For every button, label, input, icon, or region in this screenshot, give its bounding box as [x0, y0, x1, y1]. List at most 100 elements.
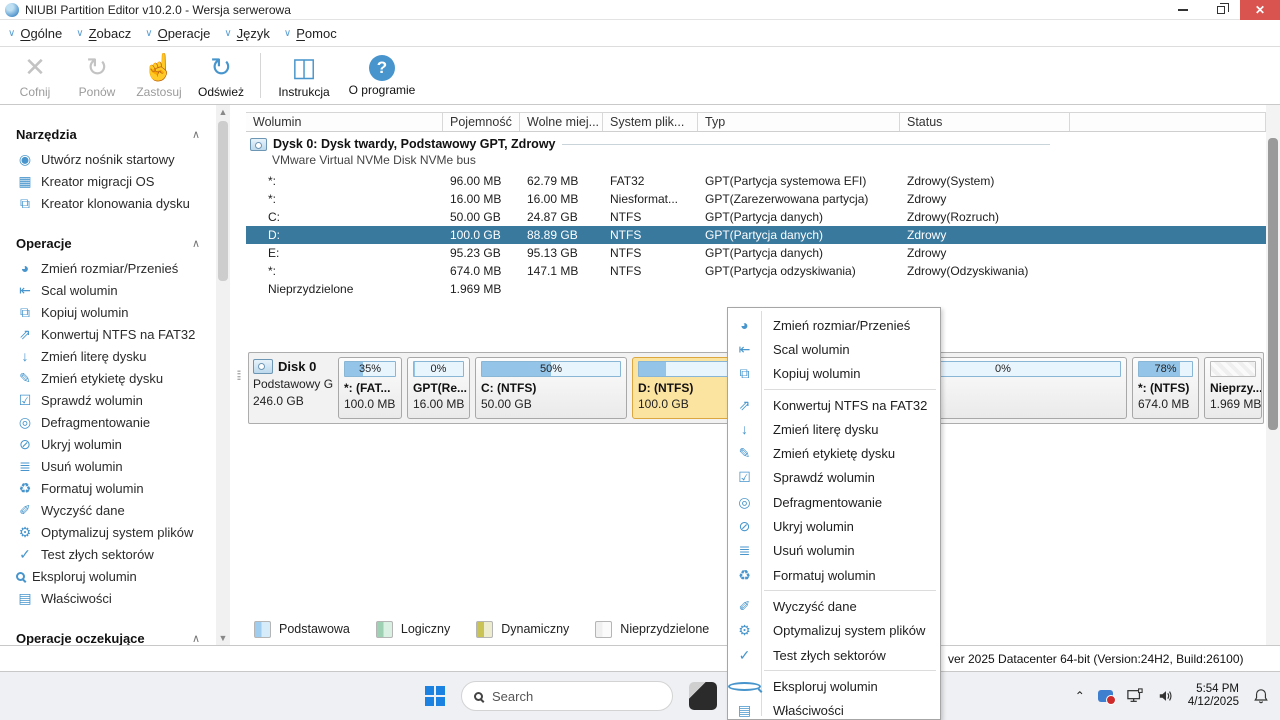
context-menu-item-usuń-wolumin[interactable]: ≣Usuń wolumin: [728, 539, 940, 563]
scroll-down-icon[interactable]: ▼: [216, 631, 230, 645]
table-row-[interactable]: *:674.0 MB147.1 MBNTFSGPT(Partycja odzys…: [246, 262, 1266, 280]
notification-bell-icon[interactable]: [1252, 688, 1270, 704]
menu-ogólne[interactable]: ∨Ogólne: [8, 26, 62, 41]
disk-info-block[interactable]: Disk 0 Podstawowy G 246.0 GB: [253, 357, 333, 419]
resize-move-icon: ◕: [728, 317, 761, 333]
volume-icon[interactable]: [1157, 688, 1175, 704]
close-button[interactable]: ✕: [1240, 0, 1280, 20]
toolbar-instrukcja[interactable]: ◫Instrukcja: [269, 47, 339, 104]
sidebar-section-header[interactable]: Operacje∧: [0, 232, 216, 257]
menu-operacje[interactable]: ∨Operacje: [145, 26, 210, 41]
column-header-status[interactable]: Status: [900, 113, 1070, 131]
column-header-system-plik[interactable]: System plik...: [603, 113, 698, 131]
table-row-[interactable]: *:16.00 MB16.00 MBNiesformat...GPT(Zarez…: [246, 190, 1266, 208]
table-row-e[interactable]: E:95.23 GB95.13 GBNTFSGPT(Partycja danyc…: [246, 244, 1266, 262]
scroll-up-icon[interactable]: ▲: [216, 105, 230, 119]
sidebar-section-header[interactable]: Narzędzia∧: [0, 123, 216, 148]
cell-capacity: 96.00 MB: [443, 174, 520, 188]
sidebar-item-label: Zmień rozmiar/Przenieś: [41, 261, 178, 276]
sidebar-item-kreator-klonowania-dysku[interactable]: ⧉Kreator klonowania dysku: [0, 192, 216, 214]
context-menu-item-formatuj-wolumin[interactable]: ♻Formatuj wolumin: [728, 563, 940, 587]
partition-block-gpt-re[interactable]: 0%GPT(Re...16.00 MB: [407, 357, 470, 419]
context-menu-item-zmień-etykietę-dysku[interactable]: ✎Zmień etykietę dysku: [728, 441, 940, 465]
sidebar-section-header[interactable]: Operacje oczekujące∧: [0, 627, 216, 645]
context-menu-item-właściwości[interactable]: ▤Właściwości: [728, 698, 940, 720]
chevron-up-icon[interactable]: ∧: [192, 632, 200, 645]
context-menu-item-test-złych-sektorów[interactable]: ✓Test złych sektorów: [728, 643, 940, 667]
context-menu-item-eksploruj-wolumin[interactable]: Eksploruj wolumin: [728, 674, 940, 698]
context-menu-item-scal-wolumin[interactable]: ⇤Scal wolumin: [728, 337, 940, 361]
toolbar-o-programie[interactable]: ?O programie: [339, 47, 425, 104]
context-menu-item-defragmentowanie[interactable]: ◎Defragmentowanie: [728, 490, 940, 514]
column-header-wolumin[interactable]: Wolumin: [246, 113, 443, 131]
toolbar-odśwież[interactable]: ↻Odśwież: [190, 47, 252, 104]
table-scroll-thumb[interactable]: [1268, 138, 1278, 430]
chevron-up-icon[interactable]: ∧: [192, 237, 200, 250]
sidebar-item-ukryj-wolumin[interactable]: ⊘Ukryj wolumin: [0, 433, 216, 455]
sidebar-item-utwórz-nośnik-startowy[interactable]: ◉Utwórz nośnik startowy: [0, 148, 216, 170]
column-header-pojemność[interactable]: Pojemność: [443, 113, 520, 131]
menu-zobacz[interactable]: ∨Zobacz: [76, 26, 131, 41]
table-row-nieprzydzielone[interactable]: Nieprzydzielone1.969 MB: [246, 280, 1266, 298]
table-row-c[interactable]: C:50.00 GB24.87 GBNTFSGPT(Partycja danyc…: [246, 208, 1266, 226]
sidebar-item-kreator-migracji-os[interactable]: ▦Kreator migracji OS: [0, 170, 216, 192]
usage-bar: 0%: [413, 361, 464, 377]
restore-button[interactable]: [1202, 0, 1240, 20]
taskbar-clock[interactable]: 5:54 PM 4/12/2025: [1188, 683, 1239, 709]
copy-icon: ⧉: [728, 365, 761, 382]
sidebar-item-sprawdź-wolumin[interactable]: ☑Sprawdź wolumin: [0, 389, 216, 411]
disk-size: 246.0 GB: [253, 394, 333, 408]
file-explorer-taskbar-icon[interactable]: [689, 682, 717, 710]
disk-group-header[interactable]: Dysk 0: Dysk twardy, Podstawowy GPT, Zdr…: [250, 137, 1240, 167]
partition-block-nieprzy[interactable]: Nieprzy...1.969 MB: [1204, 357, 1262, 419]
sidebar-item-scal-wolumin[interactable]: ⇤Scal wolumin: [0, 279, 216, 301]
context-menu-item-sprawdź-wolumin[interactable]: ☑Sprawdź wolumin: [728, 466, 940, 490]
sidebar-item-kopiuj-wolumin[interactable]: ⧉Kopiuj wolumin: [0, 301, 216, 323]
menu-język[interactable]: ∨Język: [224, 26, 270, 41]
niubi-tray-icon[interactable]: [1098, 690, 1113, 702]
sidebar-item-label: Kreator klonowania dysku: [41, 196, 190, 211]
pane-splitter[interactable]: ⁞⁞: [230, 105, 246, 645]
sidebar-item-zmień-rozmiar-przenieś[interactable]: ◕Zmień rozmiar/Przenieś: [0, 257, 216, 279]
sidebar-item-defragmentowanie[interactable]: ◎Defragmentowanie: [0, 411, 216, 433]
sidebar-item-formatuj-wolumin[interactable]: ♻Formatuj wolumin: [0, 477, 216, 499]
table-row-[interactable]: *:96.00 MB62.79 MBFAT32GPT(Partycja syst…: [246, 172, 1266, 190]
column-header-typ[interactable]: Typ: [698, 113, 900, 131]
sidebar-item-optymalizuj-system-plików[interactable]: ⚙Optymalizuj system plików: [0, 521, 216, 543]
network-icon[interactable]: [1126, 688, 1144, 704]
minimize-button[interactable]: [1164, 0, 1202, 20]
taskbar-search[interactable]: Search: [461, 681, 673, 711]
context-menu-item-kopiuj-wolumin[interactable]: ⧉Kopiuj wolumin: [728, 362, 940, 386]
toolbar-cofnij[interactable]: ✕Cofnij: [4, 47, 66, 104]
context-menu-item-zmień-literę-dysku[interactable]: ↓Zmień literę dysku: [728, 417, 940, 441]
cell-type: GPT(Partycja danych): [698, 246, 900, 260]
sidebar-item-konwertuj-ntfs-na-fat32[interactable]: ⇗Konwertuj NTFS na FAT32: [0, 323, 216, 345]
table-scrollbar[interactable]: [1266, 105, 1280, 645]
toolbar-ponów[interactable]: ↻Ponów: [66, 47, 128, 104]
context-menu-item-konwertuj-ntfs-na-fat32[interactable]: ⇗Konwertuj NTFS na FAT32: [728, 393, 940, 417]
taskbar: Search ⌃ 5:54 PM 4/12/2025: [0, 672, 1280, 720]
windows-start-button[interactable]: [425, 686, 445, 706]
menu-pomoc[interactable]: ∨Pomoc: [284, 26, 337, 41]
context-menu-item-optymalizuj-system-plików[interactable]: ⚙Optymalizuj system plików: [728, 619, 940, 643]
sidebar-item-zmień-literę-dysku[interactable]: ↓Zmień literę dysku: [0, 345, 216, 367]
context-menu-item-ukryj-wolumin[interactable]: ⊘Ukryj wolumin: [728, 514, 940, 538]
chevron-up-icon[interactable]: ∧: [192, 128, 200, 141]
partition-block-c-ntfs[interactable]: 50%C: (NTFS)50.00 GB: [475, 357, 627, 419]
toolbar-zastosuj[interactable]: ☝Zastosuj: [128, 47, 190, 104]
context-menu-item-zmień-rozmiar-przenieś[interactable]: ◕Zmień rozmiar/Przenieś: [728, 313, 940, 337]
sidebar-item-zmień-etykietę-dysku[interactable]: ✎Zmień etykietę dysku: [0, 367, 216, 389]
partition-block-ntfs[interactable]: 78%*: (NTFS)674.0 MB: [1132, 357, 1199, 419]
table-row-d[interactable]: D:100.0 GB88.89 GBNTFSGPT(Partycja danyc…: [246, 226, 1266, 244]
sidebar-item-wyczyść-dane[interactable]: ✐Wyczyść dane: [0, 499, 216, 521]
partition-block-fat[interactable]: 35%*: (FAT...100.0 MB: [338, 357, 402, 419]
sidebar-scroll-thumb[interactable]: [218, 121, 228, 281]
sidebar-item-eksploruj-wolumin[interactable]: Eksploruj wolumin: [0, 565, 216, 587]
sidebar-item-usuń-wolumin[interactable]: ≣Usuń wolumin: [0, 455, 216, 477]
context-menu-item-wyczyść-dane[interactable]: ✐Wyczyść dane: [728, 594, 940, 618]
column-header-wolne-miej[interactable]: Wolne miej...: [520, 113, 603, 131]
sidebar-item-właściwości[interactable]: ▤Właściwości: [0, 587, 216, 609]
tray-chevron-up-icon[interactable]: ⌃: [1075, 689, 1085, 703]
sidebar-item-test-złych-sektorów[interactable]: ✓Test złych sektorów: [0, 543, 216, 565]
sidebar-scrollbar[interactable]: ▲ ▼: [216, 105, 230, 645]
